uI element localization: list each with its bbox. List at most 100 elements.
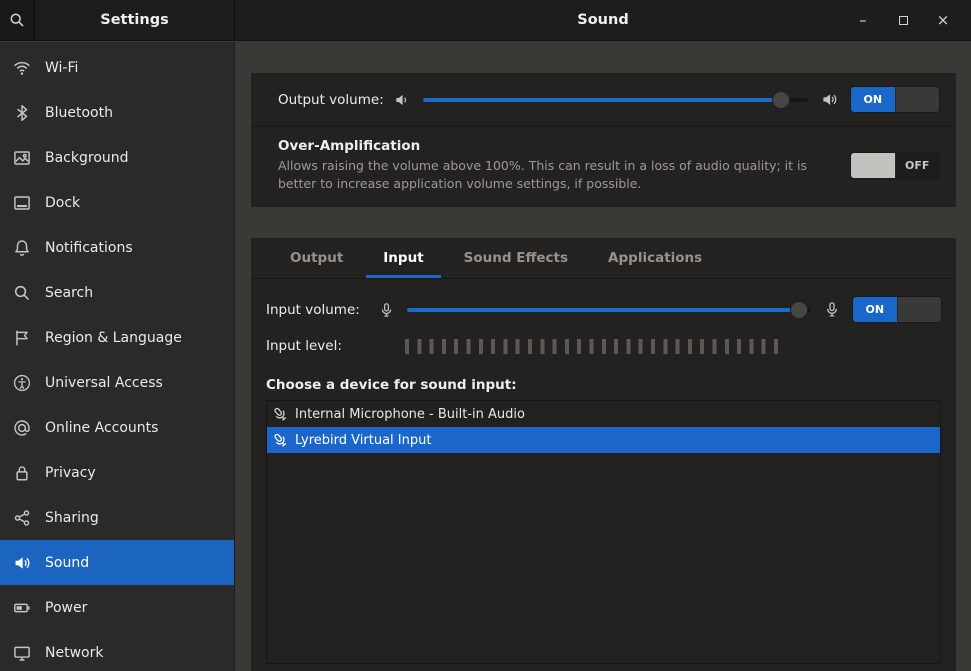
sidebar-item-label: Sound bbox=[45, 554, 90, 571]
output-volume-card: Output volume: ON Over-Amplification All… bbox=[251, 73, 956, 208]
sidebar-item-label: Region & Language bbox=[45, 329, 182, 346]
minimize-button[interactable]: – bbox=[851, 8, 875, 32]
sidebar-item-universal-access[interactable]: Universal Access bbox=[0, 360, 234, 405]
over-amplification-description: Allows raising the volume above 100%. Th… bbox=[278, 158, 808, 192]
sidebar-item-network[interactable]: Network bbox=[0, 630, 234, 671]
sidebar-item-label: Sharing bbox=[45, 509, 99, 526]
bluetooth-icon bbox=[13, 104, 31, 122]
search-button[interactable] bbox=[0, 0, 35, 40]
switch-knob bbox=[896, 297, 941, 323]
input-volume-slider[interactable] bbox=[407, 300, 811, 319]
window-controls: – × bbox=[851, 8, 971, 32]
online-accounts-icon bbox=[13, 419, 31, 437]
sidebar-item-label: Notifications bbox=[45, 239, 133, 256]
tab-applications[interactable]: Applications bbox=[591, 238, 719, 278]
sidebar-item-label: Background bbox=[45, 149, 129, 166]
sidebar-item-search[interactable]: Search bbox=[0, 270, 234, 315]
sidebar-header: Settings bbox=[0, 0, 235, 40]
dock-icon bbox=[13, 194, 31, 212]
sidebar-item-label: Wi-Fi bbox=[45, 59, 79, 76]
speaker-high-icon bbox=[821, 91, 838, 108]
universal-access-icon bbox=[13, 374, 31, 392]
background-icon bbox=[13, 149, 31, 167]
device-heading: Choose a device for sound input: bbox=[266, 377, 517, 394]
maximize-button[interactable] bbox=[891, 8, 915, 32]
sidebar-item-background[interactable]: Background bbox=[0, 135, 234, 180]
titlebar: Sound – × bbox=[235, 0, 971, 40]
sidebar-item-bluetooth[interactable]: Bluetooth bbox=[0, 90, 234, 135]
search-icon bbox=[9, 12, 25, 28]
input-level-row: Input level: bbox=[251, 328, 956, 362]
device-row-lyrebird-virtual-input[interactable]: Lyrebird Virtual Input bbox=[267, 427, 940, 454]
switch-off-label: OFF bbox=[895, 153, 939, 179]
sidebar-item-label: Network bbox=[45, 644, 104, 661]
header-bar: Settings Sound – × bbox=[0, 0, 971, 41]
over-amplification-text: Over-Amplification Allows raising the vo… bbox=[278, 138, 820, 193]
sidebar-item-notifications[interactable]: Notifications bbox=[0, 225, 234, 270]
output-volume-row: Output volume: ON bbox=[251, 73, 956, 126]
input-volume-switch[interactable]: ON bbox=[852, 296, 942, 324]
sound-tabs-card: Output Input Sound Effects Applications … bbox=[251, 238, 956, 671]
sidebar-item-label: Bluetooth bbox=[45, 104, 113, 121]
device-label: Internal Microphone - Built-in Audio bbox=[295, 406, 525, 422]
maximize-icon bbox=[898, 15, 908, 25]
main-content: Output volume: ON Over-Amplification All… bbox=[235, 42, 971, 671]
microphone-icon bbox=[269, 403, 292, 426]
switch-on-label: ON bbox=[851, 87, 895, 112]
sidebar-item-sound[interactable]: Sound bbox=[0, 540, 234, 585]
sidebar-item-label: Power bbox=[45, 599, 88, 616]
switch-knob bbox=[894, 87, 939, 112]
input-level-label: Input level: bbox=[266, 338, 342, 355]
slider-handle[interactable] bbox=[789, 300, 808, 319]
microphone-icon bbox=[269, 429, 292, 452]
sidebar-item-label: Privacy bbox=[45, 464, 96, 481]
switch-on-label: ON bbox=[853, 297, 897, 323]
output-volume-switch[interactable]: ON bbox=[850, 86, 940, 113]
sidebar: Wi-Fi Bluetooth Background Dock Notifica… bbox=[0, 42, 235, 671]
sidebar-item-power[interactable]: Power bbox=[0, 585, 234, 630]
tab-bar: Output Input Sound Effects Applications bbox=[251, 238, 956, 280]
input-level-meter bbox=[405, 338, 785, 354]
device-label: Lyrebird Virtual Input bbox=[295, 432, 432, 448]
search-icon bbox=[13, 284, 31, 302]
close-button[interactable]: × bbox=[931, 8, 955, 32]
tab-sound-effects[interactable]: Sound Effects bbox=[447, 238, 585, 278]
battery-icon bbox=[13, 599, 31, 617]
sidebar-item-sharing[interactable]: Sharing bbox=[0, 495, 234, 540]
output-volume-label: Output volume: bbox=[278, 91, 384, 108]
over-amplification-title: Over-Amplification bbox=[278, 138, 421, 154]
share-icon bbox=[13, 509, 31, 527]
sidebar-item-dock[interactable]: Dock bbox=[0, 180, 234, 225]
sidebar-item-privacy[interactable]: Privacy bbox=[0, 450, 234, 495]
privacy-hand-icon bbox=[13, 464, 31, 482]
sidebar-item-label: Dock bbox=[45, 194, 81, 211]
microphone-high-icon bbox=[824, 301, 840, 318]
sidebar-item-label: Universal Access bbox=[45, 374, 163, 391]
microphone-low-icon bbox=[379, 302, 394, 318]
speaker-icon bbox=[13, 554, 31, 572]
slider-fill bbox=[422, 97, 782, 102]
speaker-low-icon bbox=[394, 92, 410, 108]
tab-output[interactable]: Output bbox=[273, 238, 360, 278]
sidebar-item-wifi[interactable]: Wi-Fi bbox=[0, 45, 234, 90]
over-amplification-row: Over-Amplification Allows raising the vo… bbox=[251, 127, 956, 207]
flag-icon bbox=[13, 329, 31, 347]
sidebar-item-region-language[interactable]: Region & Language bbox=[0, 315, 234, 360]
slider-handle[interactable] bbox=[772, 90, 791, 109]
slider-fill bbox=[407, 307, 799, 312]
tab-input[interactable]: Input bbox=[366, 238, 440, 278]
input-volume-label: Input volume: bbox=[266, 301, 360, 318]
sidebar-item-label: Search bbox=[45, 284, 94, 301]
output-volume-slider[interactable] bbox=[422, 90, 808, 109]
settings-title: Settings bbox=[100, 12, 169, 28]
sidebar-item-online-accounts[interactable]: Online Accounts bbox=[0, 405, 234, 450]
wifi-icon bbox=[13, 59, 31, 77]
over-amplification-switch[interactable]: OFF bbox=[850, 152, 940, 180]
sidebar-item-label: Online Accounts bbox=[45, 419, 159, 436]
input-volume-row: Input volume: ON bbox=[251, 279, 956, 328]
device-row-internal-microphone[interactable]: Internal Microphone - Built-in Audio bbox=[267, 401, 940, 427]
network-icon bbox=[13, 644, 31, 662]
input-device-list: Internal Microphone - Built-in Audio Lyr… bbox=[266, 400, 941, 665]
switch-knob bbox=[851, 153, 896, 179]
bell-icon bbox=[13, 239, 31, 257]
